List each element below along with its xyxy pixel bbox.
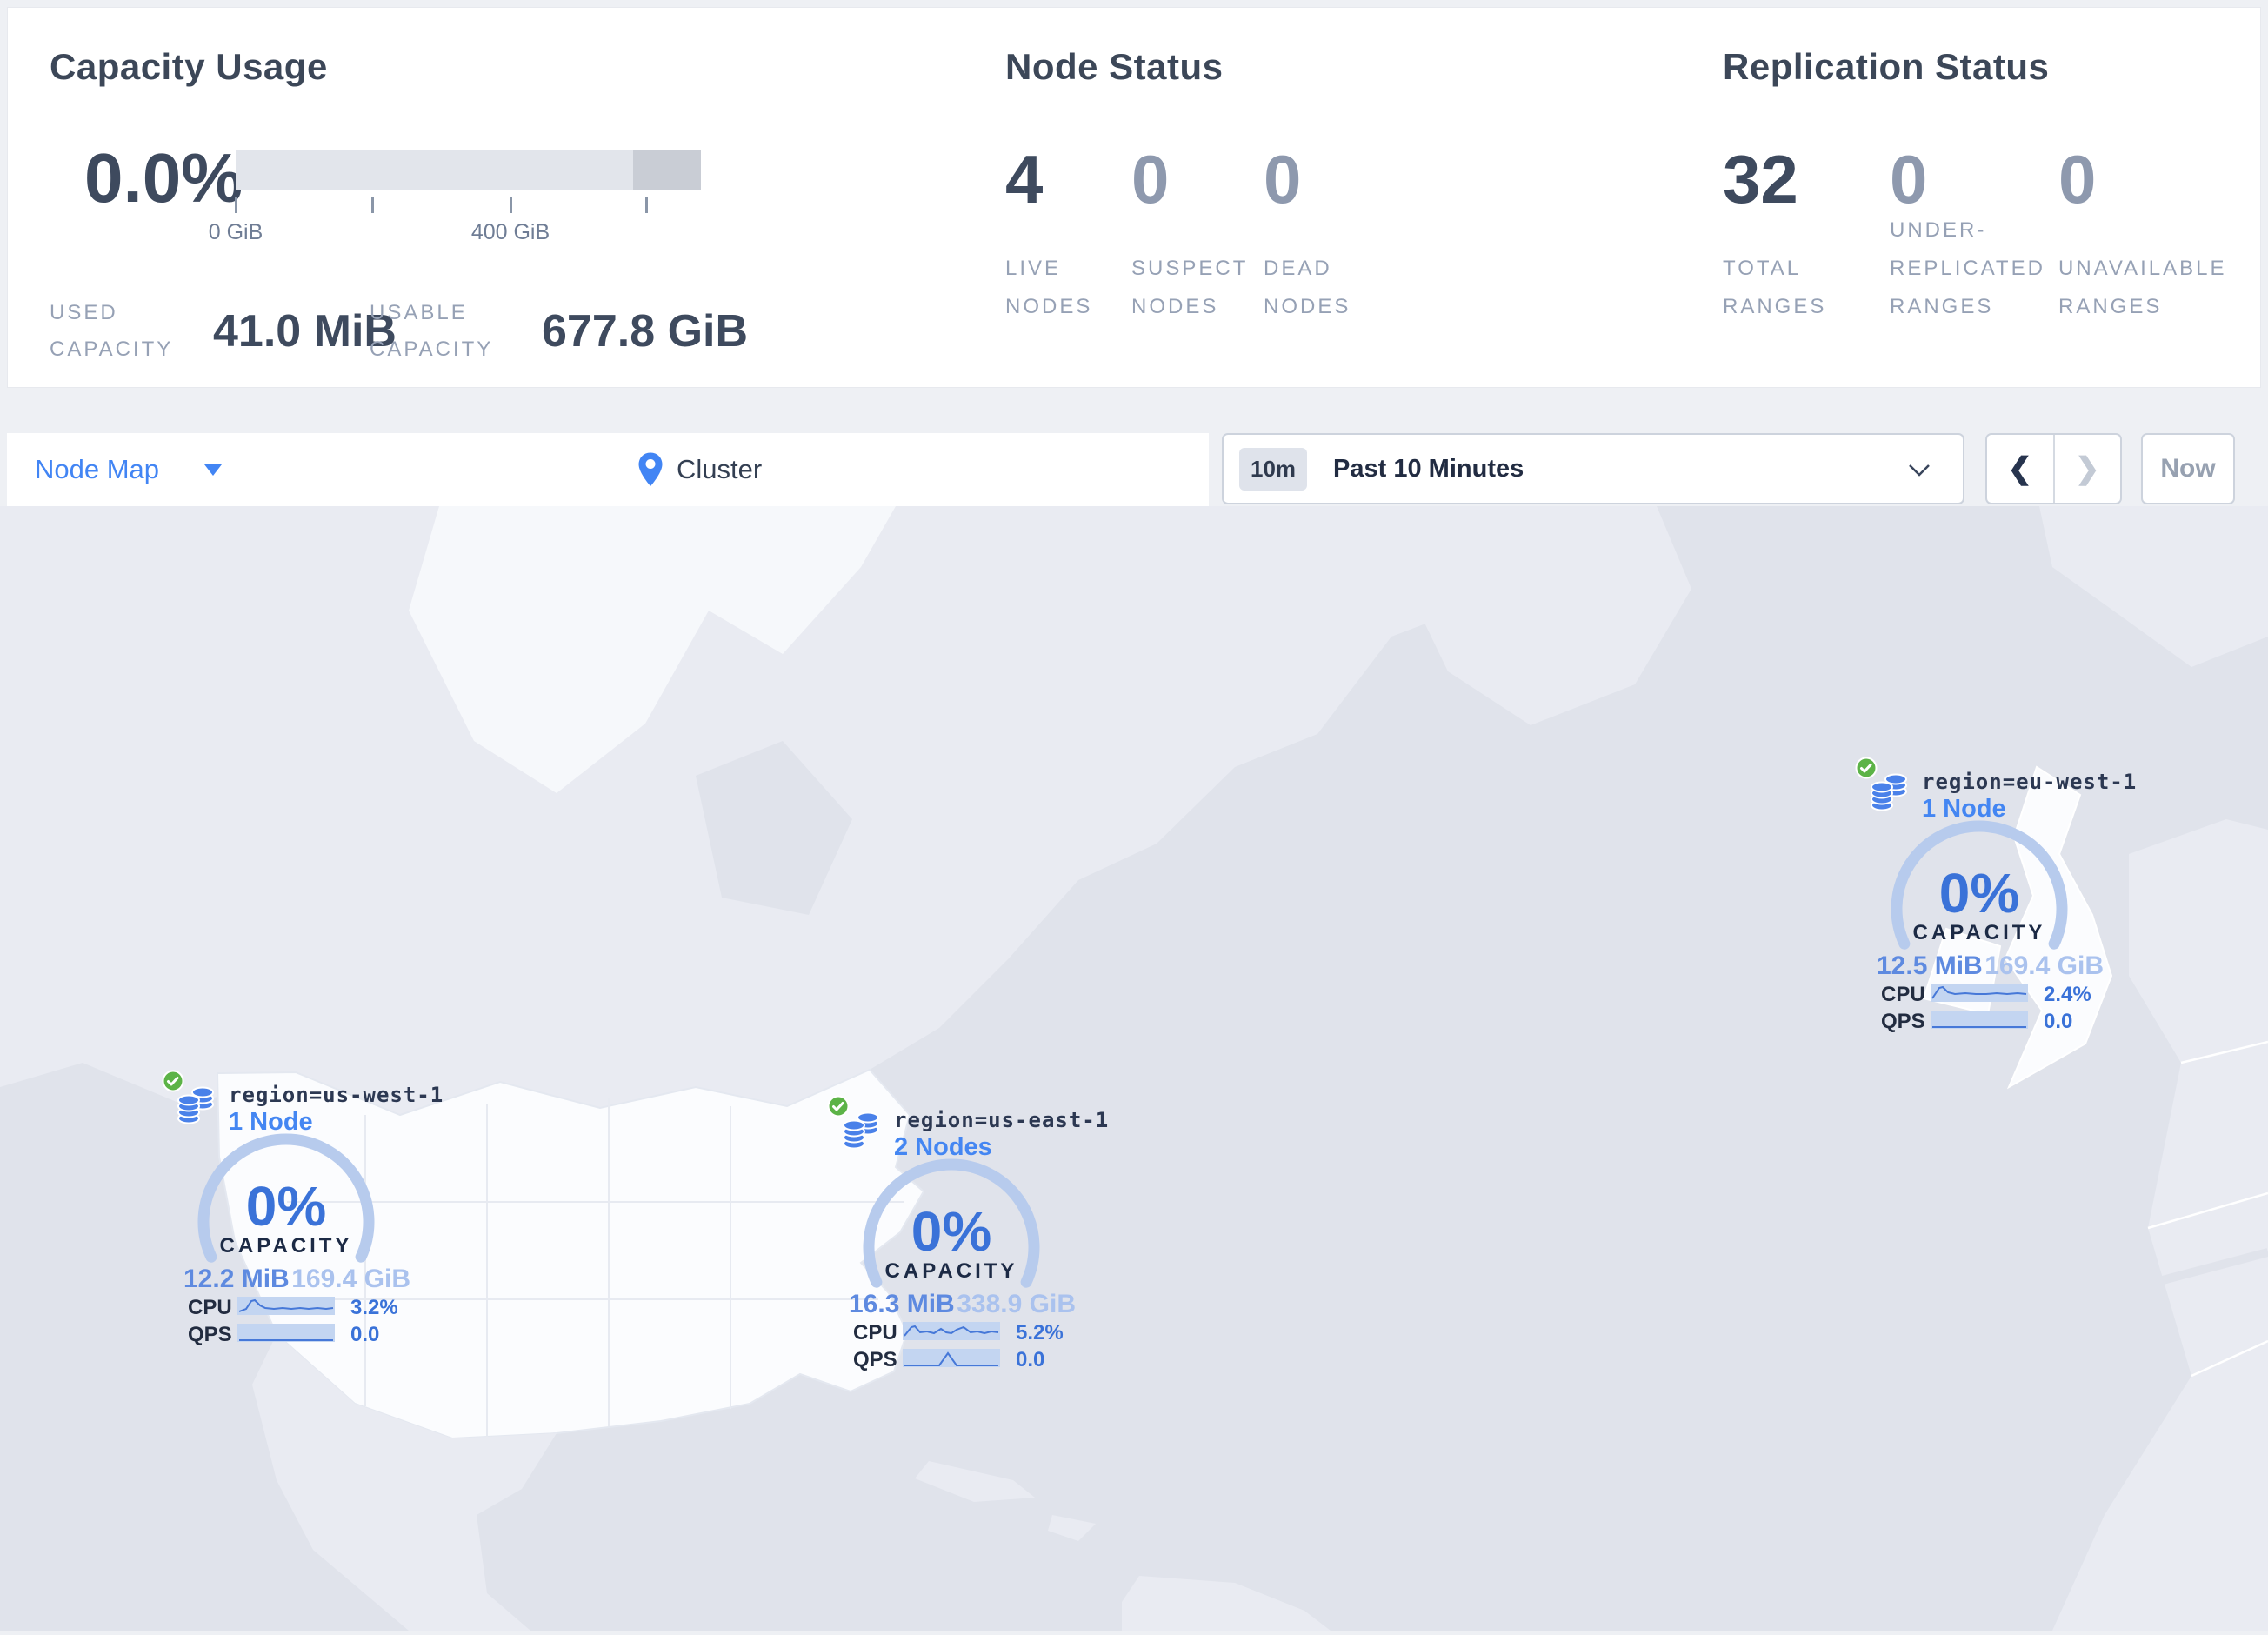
cpu-row: CPU 5.2%: [851, 1321, 1086, 1345]
total-ranges-label: TOTAL RANGES: [1723, 257, 1827, 318]
live-nodes-label: LIVE NODES: [1005, 257, 1093, 318]
dead-nodes-count: 0: [1264, 141, 1302, 217]
capacity-percent: 0%: [245, 1175, 327, 1238]
qps-sparkline: [1931, 1011, 2028, 1029]
view-selector-label: Node Map: [35, 454, 160, 484]
database-stack-icon: [843, 1111, 879, 1150]
capacity-tick-label-0: 0 GiB: [208, 220, 263, 244]
cpu-sparkline: [1931, 984, 2028, 1002]
capacity-tick-label-400: 400 GiB: [470, 220, 550, 244]
capacity-tick: [235, 197, 237, 213]
chevron-down-icon: [1909, 464, 1930, 477]
locality-marker-eu-west-1[interactable]: region=eu-west-1 1 Node 0% CAPACITY 12.5…: [1855, 746, 2136, 1046]
qps-row: QPS 0.0: [851, 1348, 1086, 1371]
region-label: region=us-west-1: [229, 1083, 444, 1107]
used-capacity: 12.2 MiB: [183, 1265, 290, 1293]
cpu-sparkline: [237, 1297, 335, 1315]
qps-value: 0.0: [1016, 1348, 1045, 1371]
cpu-value: 3.2%: [350, 1296, 398, 1319]
unavailable-ranges-label: UNAVAILABLE RANGES: [2058, 257, 2227, 318]
region-label: region=eu-west-1: [1922, 770, 2138, 794]
usable-capacity-label: USABLE CAPACITY: [370, 301, 494, 361]
capacity-label: CAPACITY: [219, 1234, 353, 1258]
node-status-title: Node Status: [1005, 46, 1224, 87]
capacity-label: CAPACITY: [1912, 921, 2046, 944]
time-pager: ❮ ❯: [1985, 433, 2122, 504]
used-capacity: 16.3 MiB: [849, 1290, 955, 1318]
capacity-percent: 0.0%: [84, 139, 243, 217]
qps-sparkline: [903, 1349, 1000, 1367]
qps-sparkline: [237, 1324, 335, 1342]
used-capacity-label: USED CAPACITY: [50, 301, 174, 361]
time-back-button[interactable]: ❮: [1987, 435, 2055, 503]
capacity-usage-title: Capacity Usage: [50, 46, 328, 87]
time-forward-button[interactable]: ❯: [2055, 435, 2121, 503]
unavailable-ranges-count: 0: [2058, 141, 2097, 217]
time-range-dropdown[interactable]: 10m Past 10 Minutes: [1222, 433, 1964, 504]
cpu-value: 5.2%: [1016, 1321, 1064, 1345]
under-replicated-ranges-count: 0: [1890, 141, 1928, 217]
qps-row: QPS 0.0: [186, 1323, 421, 1346]
qps-label: QPS: [1881, 1010, 1925, 1033]
database-stack-icon: [1871, 773, 1907, 811]
capacity-tick: [371, 197, 374, 213]
total-capacity: 169.4 GiB: [1984, 951, 2104, 980]
capacity-label: CAPACITY: [884, 1259, 1018, 1283]
chevron-left-icon: ❮: [2007, 452, 2033, 485]
chevron-down-icon: [204, 464, 223, 476]
replication-status-title: Replication Status: [1723, 46, 2050, 87]
breadcrumb[interactable]: Cluster: [637, 433, 762, 506]
suspect-nodes-count: 0: [1131, 141, 1170, 217]
view-selector-dropdown[interactable]: Node Map: [35, 433, 223, 506]
map-pin-icon: [638, 452, 663, 486]
capacity-tick: [510, 197, 512, 213]
usable-capacity-value: 677.8 GiB: [542, 306, 749, 357]
node-status-section: Node Status 4 0 0 LIVE NODES SUSPECT NOD…: [1005, 8, 1614, 387]
summary-panel: Capacity Usage 0.0% 0 GiB 400 GiB USED C…: [7, 7, 2261, 388]
region-label: region=us-east-1: [894, 1108, 1110, 1132]
qps-row: QPS 0.0: [1879, 1010, 2114, 1033]
chevron-right-icon: ❯: [2075, 452, 2100, 485]
capacity-tick: [645, 197, 648, 213]
dead-nodes-label: DEAD NODES: [1264, 257, 1351, 318]
cpu-value: 2.4%: [2044, 983, 2091, 1006]
total-ranges-count: 32: [1723, 141, 1798, 217]
locality-marker-us-east-1[interactable]: region=us-east-1 2 Nodes 0% CAPACITY 16.…: [827, 1084, 1108, 1385]
live-nodes-count: 4: [1005, 141, 1044, 217]
cpu-sparkline: [903, 1322, 1000, 1340]
locality-marker-us-west-1[interactable]: region=us-west-1 1 Node 0% CAPACITY 12.2…: [162, 1059, 443, 1359]
cpu-label: CPU: [1881, 983, 1925, 1006]
total-capacity: 169.4 GiB: [291, 1265, 410, 1293]
capacity-bar: [236, 150, 701, 190]
qps-label: QPS: [188, 1323, 232, 1346]
now-button-label: Now: [2160, 454, 2216, 483]
cpu-row: CPU 2.4%: [1879, 983, 2114, 1006]
used-capacity: 12.5 MiB: [1877, 951, 1983, 980]
cpu-label: CPU: [188, 1296, 232, 1319]
capacity-percent: 0%: [911, 1200, 992, 1263]
qps-label: QPS: [853, 1348, 897, 1371]
time-range-badge: 10m: [1239, 447, 1308, 490]
qps-value: 0.0: [2044, 1010, 2073, 1033]
total-capacity: 338.9 GiB: [957, 1290, 1076, 1318]
suspect-nodes-label: SUSPECT NODES: [1131, 257, 1248, 318]
cpu-label: CPU: [853, 1321, 897, 1345]
cpu-row: CPU 3.2%: [186, 1296, 421, 1319]
capacity-percent: 0%: [1938, 862, 2020, 924]
under-replicated-ranges-label: UNDER-REPLICATED RANGES: [1890, 218, 2045, 318]
capacity-bar-other-segment: [633, 150, 701, 190]
capacity-usage-section: Capacity Usage 0.0% 0 GiB 400 GiB USED C…: [50, 8, 919, 387]
now-button[interactable]: Now: [2141, 433, 2235, 504]
breadcrumb-label: Cluster: [677, 454, 763, 484]
time-range-label: Past 10 Minutes: [1333, 454, 1524, 483]
replication-status-section: Replication Status 32 0 0 TOTAL RANGES U…: [1723, 8, 2262, 387]
database-stack-icon: [177, 1086, 214, 1124]
qps-value: 0.0: [350, 1323, 380, 1346]
